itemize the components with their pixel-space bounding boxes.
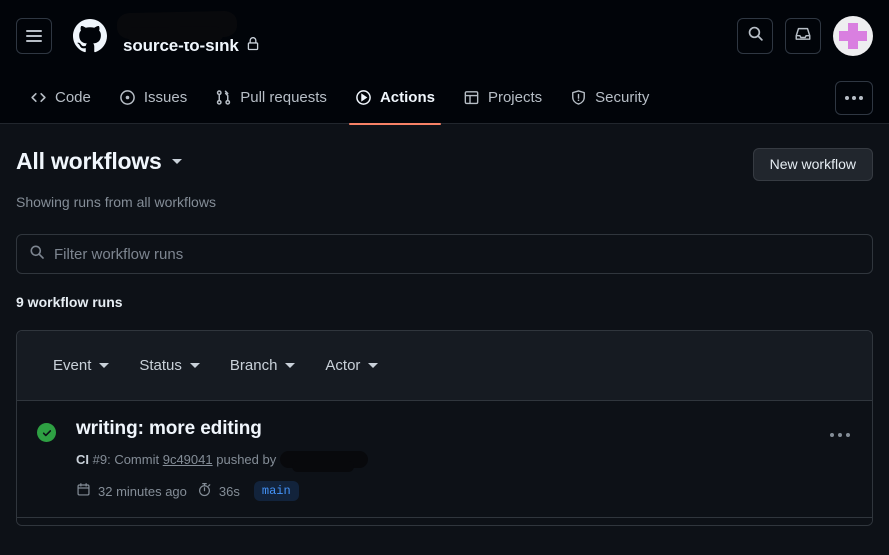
next-run-row-divider — [17, 517, 872, 526]
all-workflows-dropdown[interactable]: All workflows — [16, 148, 182, 175]
chevron-down-icon — [99, 363, 110, 369]
tab-code[interactable]: Code — [16, 72, 105, 124]
avatar-shape — [833, 16, 842, 25]
redaction-owner-name — [116, 10, 238, 40]
avatar-shape — [833, 47, 842, 56]
filter-status[interactable]: Status — [139, 357, 200, 374]
avatar-shape — [848, 31, 858, 41]
tab-label: Issues — [143, 89, 188, 106]
table-icon — [463, 89, 480, 106]
branch-badge[interactable]: main — [253, 481, 299, 502]
run-title[interactable]: writing: more editing — [76, 418, 856, 440]
search-icon — [29, 244, 45, 265]
new-workflow-button[interactable]: New workflow — [752, 148, 873, 182]
filter-actor[interactable]: Actor — [325, 357, 379, 375]
tab-issues[interactable]: Issues — [105, 72, 201, 124]
workflow-run-row[interactable]: writing: more editing CI #9 : Commit 9c4… — [17, 401, 872, 518]
run-row-menu-button[interactable] — [830, 433, 850, 438]
workflow-run-details: writing: more editing CI #9 : Commit 9c4… — [76, 418, 856, 502]
avatar-shape — [864, 47, 873, 56]
run-submeta: 32 minutes ago 36s main — [76, 481, 856, 502]
avatar-shape — [864, 16, 873, 25]
filter-workflow-runs-field[interactable] — [16, 234, 873, 275]
tab-label: Code — [55, 89, 91, 106]
search-input[interactable] — [54, 245, 860, 263]
chevron-down-icon — [285, 363, 296, 369]
chevron-down-icon — [189, 363, 200, 369]
page-title: All workflows — [16, 148, 162, 174]
repo-owner[interactable] — [116, 10, 260, 40]
filter-branch[interactable]: Branch — [230, 357, 296, 374]
workflow-runs-container: Event Status Branch Actor writing: more … — [16, 330, 873, 527]
issue-opened-icon — [119, 89, 136, 106]
run-meta-prefix: : Commit — [107, 452, 160, 468]
tab-security[interactable]: Security — [556, 72, 663, 124]
stopwatch-icon — [197, 482, 212, 500]
search-icon — [747, 25, 764, 47]
code-icon — [30, 89, 47, 106]
redaction-actor-name — [280, 451, 369, 473]
repo-nav: Code Issues Pull requests Actions Projec… — [0, 72, 889, 125]
commit-sha-link[interactable]: 9c49041 — [163, 452, 213, 467]
tab-pull-requests[interactable]: Pull requests — [201, 72, 341, 124]
calendar-icon — [76, 482, 91, 500]
run-duration: 36s — [197, 482, 240, 500]
play-icon — [355, 89, 372, 106]
chevron-down-icon — [171, 159, 182, 164]
main-content: All workflows New workflow Showing runs … — [0, 124, 889, 527]
header-actions — [737, 16, 873, 56]
runs-filter-bar: Event Status Branch Actor — [17, 331, 872, 402]
run-duration-text: 36s — [218, 483, 240, 499]
tab-label: Projects — [487, 89, 543, 106]
app-header: source-to-sink — [0, 0, 889, 72]
filter-event[interactable]: Event — [53, 357, 110, 375]
run-meta-suffix: pushed by — [216, 452, 277, 468]
hamburger-menu-icon — [26, 30, 42, 42]
tab-label: Security — [595, 89, 650, 106]
kebab-horizontal-icon — [845, 95, 863, 100]
github-logo-icon[interactable] — [73, 19, 107, 53]
tab-label: Pull requests — [240, 89, 327, 106]
filter-label: Branch — [229, 357, 278, 375]
filter-label: Actor — [325, 357, 361, 375]
chevron-down-icon — [368, 363, 379, 369]
repo-identity: source-to-sink — [116, 10, 260, 62]
run-timestamp: 32 minutes ago — [76, 482, 187, 500]
workflows-subtitle: Showing runs from all workflows — [16, 194, 216, 211]
search-button[interactable] — [737, 18, 773, 54]
repo-nav-overflow-button[interactable] — [835, 80, 873, 115]
run-meta: CI #9 : Commit 9c49041 pushed by — [76, 451, 856, 473]
tab-label: Actions — [379, 89, 435, 106]
run-number: #9 — [92, 452, 108, 468]
hamburger-menu-button[interactable] — [16, 18, 52, 54]
tab-projects[interactable]: Projects — [449, 72, 556, 124]
filter-label: Event — [53, 357, 92, 375]
run-workflow-name: CI — [76, 452, 89, 468]
inbox-icon — [794, 25, 812, 48]
run-time-text: 32 minutes ago — [98, 483, 187, 499]
check-circle-fill-icon — [37, 423, 56, 443]
git-pull-request-icon — [215, 89, 232, 106]
notifications-inbox-button[interactable] — [785, 18, 821, 54]
filter-label: Status — [139, 357, 182, 375]
avatar-shape — [857, 31, 867, 41]
workflows-header: All workflows New workflow — [16, 124, 873, 182]
lock-icon — [246, 36, 260, 56]
workflow-runs-count: 9 workflow runs — [16, 294, 123, 311]
tab-actions[interactable]: Actions — [341, 72, 449, 125]
shield-icon — [570, 89, 587, 106]
avatar[interactable] — [833, 16, 873, 56]
